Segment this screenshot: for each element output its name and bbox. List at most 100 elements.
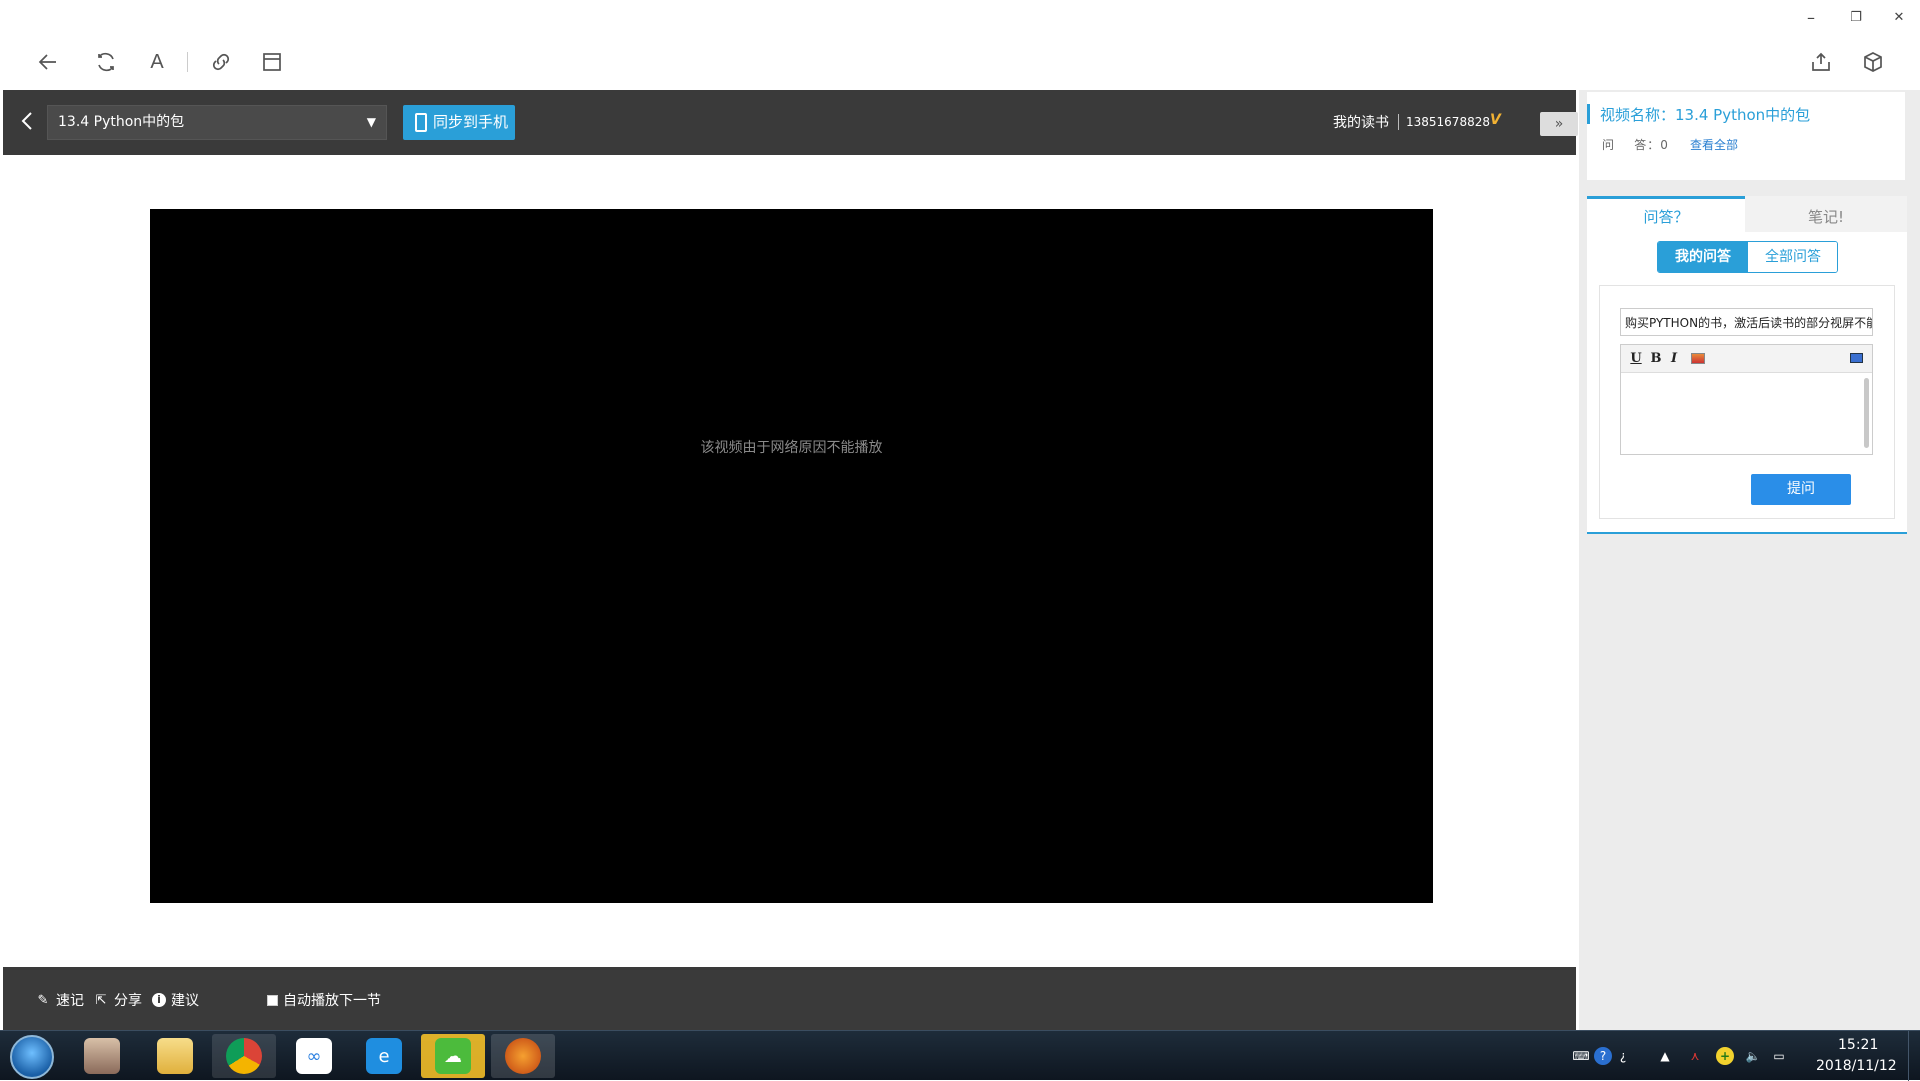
back-button[interactable] (34, 48, 62, 76)
window-layout-icon (263, 53, 281, 71)
chapter-select[interactable]: 13.4 Python中的包 ▼ (47, 105, 387, 140)
info-icon: i (152, 993, 166, 1007)
collapse-sidebar-button[interactable]: » (1540, 112, 1578, 136)
user-account[interactable]: 13851678828 (1406, 115, 1490, 129)
taskbar-app-explorer[interactable] (143, 1034, 207, 1078)
reader-footer: ✎ 速记 ⇱ 分享 i 建议 自动播放下一节 (3, 967, 1576, 1030)
tab-my-qa[interactable]: 我的问答 (1658, 242, 1748, 272)
autoplay-label: 自动播放下一节 (283, 993, 381, 1009)
sync-to-phone-button[interactable]: 同步到手机 (403, 105, 515, 140)
cube-icon (1864, 52, 1882, 72)
taskbar-app-wechat[interactable]: ☁ (421, 1034, 485, 1078)
minimize-icon: – (1807, 7, 1815, 27)
header-divider (1398, 114, 1399, 130)
top-toolbar: A (0, 34, 1920, 90)
folder-icon (157, 1038, 193, 1074)
underline-button[interactable]: U (1627, 350, 1645, 368)
editor-content-area[interactable] (1621, 374, 1872, 454)
restore-icon: ❐ (1850, 9, 1862, 25)
anime-avatar-icon (84, 1038, 120, 1074)
taskbar-app-avatar[interactable] (70, 1034, 134, 1078)
phone-icon (415, 113, 427, 132)
share-icon: ⇱ (95, 992, 107, 1008)
restore-button[interactable]: ❐ (1836, 4, 1876, 30)
right-sidebar: 视频名称：13.4 Python中的包 问 答：0 查看全部 问答？ 笔记! 我… (1579, 90, 1920, 1030)
suggest-button[interactable]: i 建议 (152, 990, 199, 1010)
antivirus-icon[interactable]: ⋏ (1686, 1047, 1704, 1065)
browser-e-icon: e (366, 1038, 402, 1074)
network-icon[interactable]: ▭ (1770, 1047, 1788, 1065)
tray-expand-icon[interactable]: ▲ (1656, 1047, 1674, 1065)
refresh-icon (98, 52, 114, 72)
help-icon[interactable]: ? (1594, 1047, 1612, 1065)
refresh-button[interactable] (92, 48, 120, 76)
autoplay-toggle[interactable]: 自动播放下一节 (267, 990, 381, 1010)
chapter-back-button[interactable] (17, 108, 37, 134)
ime-icon[interactable]: ¿ (1614, 1047, 1632, 1065)
submit-question-button[interactable]: 提问 (1751, 474, 1851, 505)
insert-image-button[interactable] (1689, 350, 1707, 368)
my-reading-link[interactable]: 我的读书 (1333, 112, 1389, 132)
bold-button[interactable]: B (1647, 350, 1665, 368)
video-player[interactable]: 该视频由于网络原因不能播放 (150, 209, 1433, 903)
mascot-icon (505, 1038, 541, 1074)
minimize-button[interactable]: – (1791, 4, 1831, 30)
package-button[interactable] (1859, 48, 1887, 76)
editor-toolbar: U B I (1621, 345, 1872, 373)
source-view-button[interactable] (1847, 350, 1865, 368)
cloud-icon: ∞ (296, 1038, 332, 1074)
pencil-icon: ✎ (37, 992, 49, 1008)
sidebar-tabs: 问答？ 笔记! (1587, 196, 1907, 232)
close-icon: ✕ (1893, 9, 1905, 25)
vip-icon: V (1490, 112, 1501, 128)
toolbar-divider (187, 52, 188, 72)
autoplay-checkbox[interactable] (267, 994, 278, 1006)
chapter-select-value: 13.4 Python中的包 (58, 114, 185, 130)
share-button[interactable]: ⇱ 分享 (93, 990, 142, 1010)
clock-date[interactable]: 2018/11/12 (1816, 1058, 1897, 1074)
share-label: 分享 (114, 993, 142, 1009)
tab-all-qa[interactable]: 全部问答 (1748, 242, 1837, 272)
italic-button[interactable]: I (1665, 350, 1683, 368)
chevron-left-icon (21, 112, 32, 130)
view-all-link[interactable]: 查看全部 (1690, 136, 1738, 153)
qa-sub-tabs: 我的问答 全部问答 (1657, 241, 1838, 273)
show-desktop-button[interactable] (1908, 1031, 1920, 1081)
clock-time[interactable]: 15:21 (1838, 1037, 1878, 1053)
layout-button[interactable] (258, 48, 286, 76)
qa-count: 问 答：0 (1602, 138, 1669, 152)
image-icon (1691, 353, 1705, 364)
taskbar-app-baidu-netdisk[interactable]: ∞ (282, 1034, 346, 1078)
security-plus-icon[interactable]: + (1716, 1047, 1734, 1065)
taskbar-app-reader[interactable] (491, 1034, 555, 1078)
video-info-card: 视频名称：13.4 Python中的包 问 答：0 查看全部 (1587, 92, 1905, 180)
close-button[interactable]: ✕ (1879, 4, 1919, 30)
ask-question-form: U B I 提问 (1599, 285, 1895, 519)
video-name: 视频名称：13.4 Python中的包 (1600, 106, 1811, 124)
link-icon (212, 53, 230, 71)
video-error-message: 该视频由于网络原因不能播放 (700, 440, 883, 456)
keyboard-icon[interactable]: ⌨ (1572, 1047, 1590, 1065)
question-title-input[interactable] (1620, 308, 1873, 336)
start-button[interactable] (10, 1035, 54, 1079)
tab-notes[interactable]: 笔记! (1745, 196, 1907, 232)
font-icon: A (150, 50, 164, 73)
suggest-label: 建议 (171, 993, 199, 1009)
editor-scrollbar[interactable] (1864, 378, 1869, 448)
chrome-icon (226, 1038, 262, 1074)
volume-icon[interactable]: 🔈 (1744, 1047, 1762, 1065)
taskbar-app-browser[interactable]: e (352, 1034, 416, 1078)
qa-panel: 问答？ 笔记! 我的问答 全部问答 U B I (1587, 196, 1907, 534)
reader-header: 13.4 Python中的包 ▼ 同步到手机 我的读书 13851678828 … (3, 90, 1578, 155)
wechat-icon: ☁ (435, 1038, 471, 1074)
share-out-button[interactable] (1807, 48, 1835, 76)
rich-text-editor: U B I (1620, 344, 1873, 455)
sync-to-phone-label: 同步到手机 (433, 113, 509, 131)
reader-pane: 13.4 Python中的包 ▼ 同步到手机 我的读书 13851678828 … (3, 90, 1578, 1030)
taskbar-app-chrome[interactable] (212, 1034, 276, 1078)
font-button[interactable]: A (143, 48, 171, 76)
link-button[interactable] (207, 48, 235, 76)
quick-note-button[interactable]: ✎ 速记 (35, 990, 84, 1010)
tab-qa[interactable]: 问答？ (1587, 196, 1745, 232)
info-accent-bar (1587, 104, 1590, 124)
